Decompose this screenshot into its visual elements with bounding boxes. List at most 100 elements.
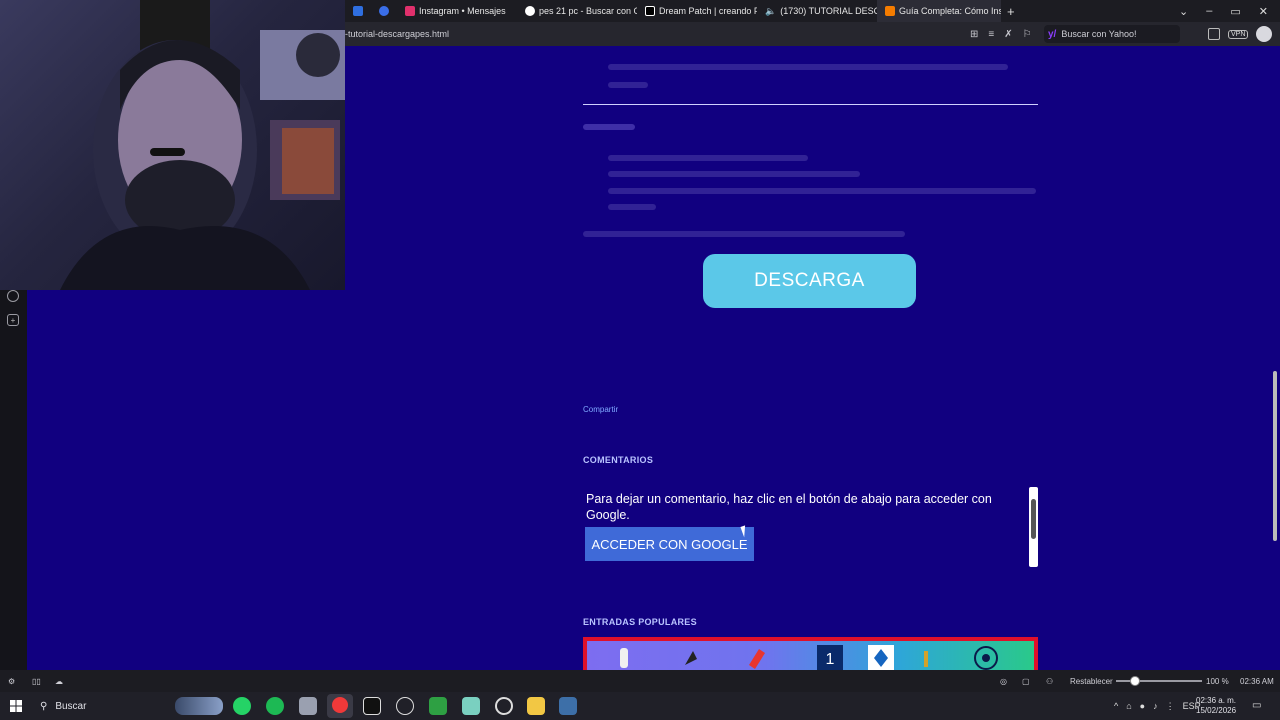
dream-patch-icon <box>645 6 655 16</box>
league-logo-icon <box>685 651 697 665</box>
tab-label: Guía Completa: Cómo Insta <box>899 6 1001 16</box>
blurred-text <box>608 155 808 161</box>
mic-icon[interactable]: ● <box>1140 701 1145 712</box>
maximize-icon[interactable]: ▭ <box>1230 5 1240 18</box>
tab-google-search[interactable]: pes 21 pc - Buscar con Goo <box>517 0 637 22</box>
download-button[interactable]: DESCARGA <box>703 254 916 308</box>
page-scrollbar[interactable] <box>1270 46 1280 670</box>
comment-scrollbar[interactable] <box>1029 487 1038 567</box>
popular-posts-heading: ENTRADAS POPULARES <box>583 617 697 627</box>
app-icon <box>353 6 363 16</box>
wifi-icon[interactable]: ⋮ <box>1166 701 1175 712</box>
share-link[interactable]: Compartir <box>583 405 618 414</box>
popular-post-banner[interactable]: 1 <box>583 637 1038 670</box>
tab-youtube-tutorial[interactable]: 🔈(1730) TUTORIAL DESCARG <box>757 0 877 22</box>
tab-label: (1730) TUTORIAL DESCARG <box>780 6 877 16</box>
webcam-overlay <box>0 0 345 290</box>
zoom-slider[interactable] <box>1116 680 1202 682</box>
tab-guia-completa[interactable]: Guía Completa: Cómo Insta <box>877 0 1001 22</box>
blurred-text <box>608 188 1036 194</box>
network-icon[interactable]: ⌂ <box>1126 701 1131 712</box>
zoom-slider-knob[interactable] <box>1130 676 1140 686</box>
status-clock: 02:36 AM <box>1240 676 1274 686</box>
page-actions-icon[interactable]: ⚇ <box>1046 677 1053 686</box>
app-icon[interactable] <box>429 697 447 715</box>
comment-prompt: Para dejar un comentario, haz clic en el… <box>586 492 992 522</box>
reader-icon[interactable]: ≡ <box>988 29 994 40</box>
taskbar: ⚲ Buscar ^ ⌂ ● ♪ ⋮ ESP 02:36 a. m. 15/02… <box>0 692 1280 720</box>
app-icon[interactable] <box>396 697 414 715</box>
scroll-thumb[interactable] <box>1031 499 1036 539</box>
clock-time: 02:36 a. m. <box>1196 696 1237 705</box>
blurred-text <box>608 64 1008 70</box>
taskbar-search[interactable]: ⚲ Buscar <box>32 695 172 717</box>
world-cup-icon <box>924 651 928 667</box>
vivaldi-taskbar-slot[interactable] <box>327 694 353 718</box>
status-bar: ⚙ ▯▯ ☁ ◎ ▢ ⚇ Restablecer 100 % 02:36 AM <box>0 670 1280 692</box>
blogger-icon <box>885 6 895 16</box>
windows-start-icon[interactable] <box>10 700 22 712</box>
blurred-text <box>583 231 905 237</box>
serie-a-icon <box>868 645 894 670</box>
new-tab-plus-icon[interactable]: + <box>1001 4 1021 19</box>
comment-widget: Para dejar un comentario, haz clic en el… <box>583 487 1038 567</box>
blurred-text <box>608 171 860 177</box>
google-signin-button[interactable]: ACCEDER CON GOOGLE <box>585 527 754 561</box>
spotify-icon[interactable] <box>266 697 284 715</box>
speaker-icon: 🔈 <box>765 6 777 16</box>
notifications-icon[interactable]: ▭ <box>1252 700 1261 711</box>
zoom-reset-button[interactable]: Restablecer <box>1070 677 1113 686</box>
tray-chevron-icon[interactable]: ^ <box>1114 701 1118 712</box>
tab-dream-patch[interactable]: Dream Patch | creando Par <box>637 0 757 22</box>
notepad-icon[interactable] <box>462 697 480 715</box>
app-icon <box>379 6 389 16</box>
close-icon[interactable]: ✕ <box>1259 5 1268 18</box>
tile-icon[interactable]: ▢ <box>1022 677 1030 686</box>
steam-icon[interactable] <box>495 697 513 715</box>
blurred-text <box>608 204 656 210</box>
bookmark-icon[interactable]: ⚐ <box>1023 29 1032 40</box>
history-icon[interactable] <box>7 290 19 302</box>
file-explorer-icon[interactable] <box>527 697 545 715</box>
rss-icon[interactable]: ⊞ <box>970 29 978 40</box>
extensions-icon[interactable] <box>1208 28 1220 40</box>
tab-small-1[interactable] <box>345 0 371 22</box>
tab-list-chevron-icon[interactable]: ⌄ <box>1179 5 1188 18</box>
svg-text:1: 1 <box>826 651 835 668</box>
whatsapp-icon[interactable] <box>233 697 251 715</box>
divider <box>583 104 1038 105</box>
taskbar-clock[interactable]: 02:36 a. m. 15/02/2026 <box>1196 696 1236 716</box>
cloud-sync-icon[interactable]: ☁ <box>55 677 63 686</box>
volume-icon[interactable]: ♪ <box>1153 701 1158 712</box>
tab-label: Instagram • Mensajes <box>419 6 506 16</box>
laliga-icon <box>749 649 765 669</box>
page-scroll-thumb[interactable] <box>1273 371 1277 541</box>
url-field[interactable]: -tutorial-descargapes.html <box>345 29 449 39</box>
steam-app-icon[interactable] <box>559 697 577 715</box>
webcam-person-image <box>60 0 345 290</box>
search-input[interactable]: y/ Buscar con Yahoo! <box>1044 25 1180 43</box>
euro-trophy-icon <box>620 648 628 668</box>
yahoo-icon: y/ <box>1048 28 1057 40</box>
add-panel-icon[interactable]: + <box>7 314 19 326</box>
search-icon: ⚲ <box>40 700 48 712</box>
tab-small-2[interactable] <box>371 0 397 22</box>
google-icon <box>525 6 535 16</box>
zoom-level: 100 % <box>1206 676 1229 686</box>
clock-date: 15/02/2026 <box>1196 706 1237 715</box>
capcut-icon[interactable] <box>363 697 381 715</box>
instagram-icon <box>405 6 415 16</box>
panel-toggle-icon[interactable]: ▯▯ <box>32 677 41 686</box>
whale-widget-icon[interactable] <box>175 697 223 715</box>
system-tray: ^ ⌂ ● ♪ ⋮ ESP <box>1114 701 1201 712</box>
minimize-icon[interactable]: – <box>1206 5 1212 17</box>
profile-avatar[interactable] <box>1256 26 1273 42</box>
settings-gear-icon[interactable]: ⚙ <box>8 677 15 686</box>
blurred-heading <box>583 124 635 130</box>
translate-icon[interactable]: ✗ <box>1004 29 1012 40</box>
capture-icon[interactable]: ◎ <box>1000 677 1007 686</box>
tab-instagram[interactable]: Instagram • Mensajes <box>397 0 517 22</box>
app-icon[interactable] <box>299 697 317 715</box>
vpn-button[interactable]: VPN <box>1228 29 1249 39</box>
champions-league-icon <box>974 646 998 670</box>
